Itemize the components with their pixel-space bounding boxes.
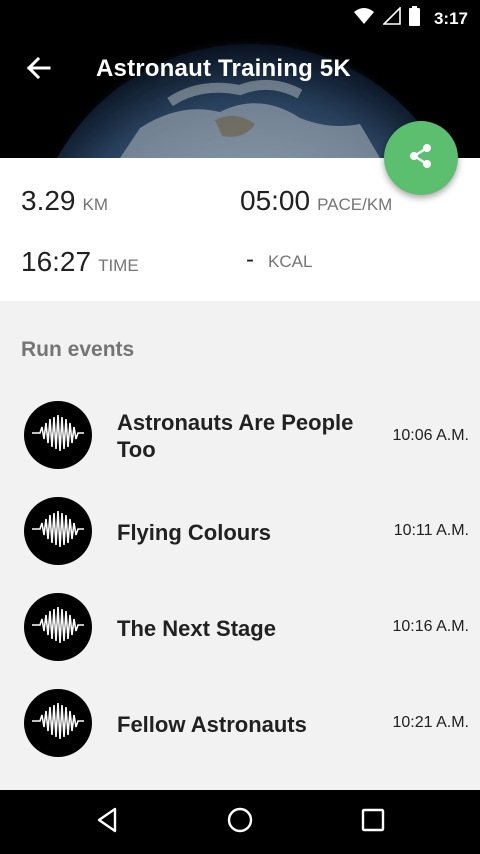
time-stat: 16:27 TIME (21, 246, 139, 278)
pace-stat: 05:00 PACE/KM (240, 185, 392, 217)
event-name: Fellow Astronauts (117, 712, 307, 737)
list-item[interactable]: The Next Stage 10:16 A.M. (0, 581, 480, 671)
signal-icon (382, 6, 401, 30)
list-item[interactable]: Fellow Astronauts 10:21 A.M. (0, 677, 480, 767)
calories-value: - (246, 246, 254, 273)
recents-square-icon (361, 808, 385, 837)
home-circle-icon (227, 807, 253, 838)
distance-value: 3.29 (21, 185, 76, 216)
event-avatar (24, 593, 92, 661)
status-time: 3:17 (433, 8, 468, 28)
status-bar: 3:17 (0, 0, 480, 32)
calories-stat: - KCAL (246, 246, 312, 274)
back-triangle-icon (95, 807, 119, 838)
event-avatar (24, 497, 92, 565)
pace-value: 05:00 (240, 185, 311, 216)
wifi-icon (353, 7, 375, 30)
nav-home-button[interactable] (224, 806, 256, 838)
waveform-icon (30, 509, 86, 554)
waveform-icon (30, 413, 86, 458)
event-time: 10:11 A.M. (393, 522, 469, 539)
list-item[interactable]: Astronauts Are People Too 10:06 A.M. (0, 389, 480, 479)
time-value: 16:27 (21, 246, 92, 277)
pace-unit: PACE/KM (317, 195, 393, 214)
nav-recents-button[interactable] (357, 806, 389, 838)
event-time: 10:16 A.M. (392, 618, 470, 635)
list-item[interactable]: Flying Colours 10:11 A.M. (0, 485, 480, 575)
event-avatar (24, 689, 92, 757)
back-button[interactable] (20, 52, 56, 88)
event-name: The Next Stage (117, 616, 276, 641)
run-events-heading: Run events (21, 338, 135, 361)
share-button[interactable] (384, 121, 458, 195)
event-avatar (24, 401, 92, 469)
calories-unit: KCAL (268, 252, 313, 271)
share-icon (407, 142, 435, 175)
event-time: 10:21 A.M. (392, 714, 470, 731)
time-unit: TIME (98, 256, 139, 275)
status-icons: 3:17 (353, 6, 468, 31)
nav-back-button[interactable] (91, 806, 123, 838)
distance-unit: KM (82, 195, 109, 214)
waveform-icon (30, 605, 86, 650)
battery-icon (408, 6, 420, 31)
waveform-icon (30, 701, 86, 746)
event-name: Astronauts Are People Too (117, 410, 354, 462)
distance-stat: 3.29 KM (21, 185, 108, 217)
event-time: 10:06 A.M. (392, 427, 470, 444)
arrow-back-icon (25, 56, 51, 85)
event-name: Flying Colours (117, 520, 271, 545)
page-title: Astronaut Training 5K (96, 55, 351, 82)
navigation-bar (0, 790, 480, 854)
